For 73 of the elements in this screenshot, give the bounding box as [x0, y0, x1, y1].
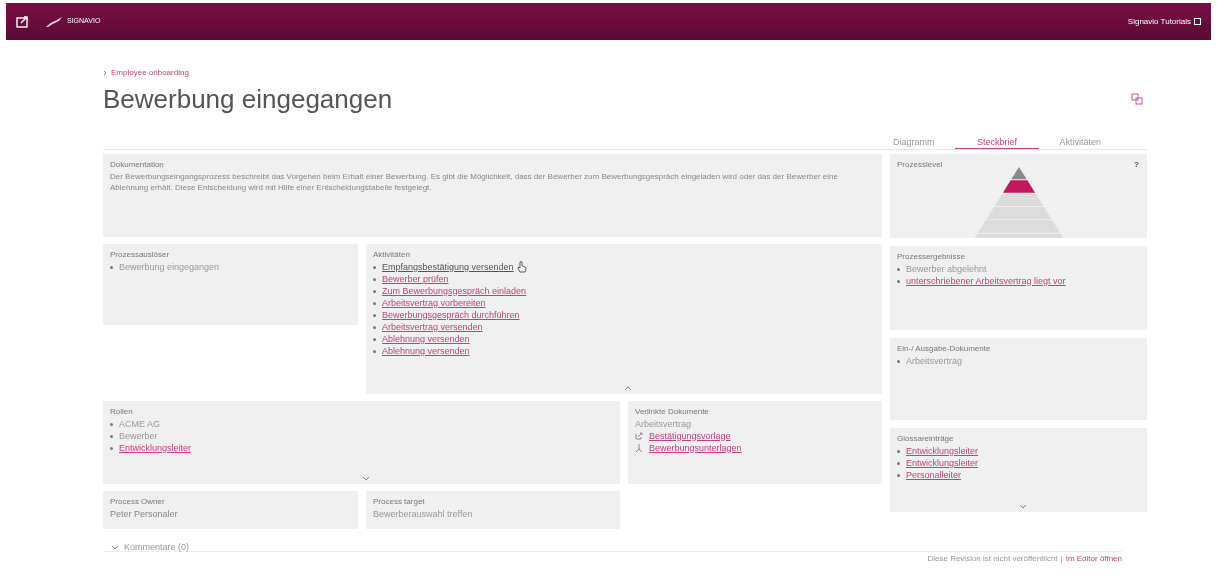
tab[interactable]: Diagramm: [872, 135, 956, 149]
panel-label: Verlinkte Dokumente: [635, 407, 709, 416]
bullet-icon: [373, 301, 376, 305]
tab[interactable]: Aktivitäten: [1038, 135, 1122, 149]
document-link[interactable]: Bestätigungsvorlage: [649, 430, 731, 442]
process-owner-value: Peter Personaler: [110, 508, 178, 520]
list-item: ACME AG: [119, 418, 160, 430]
list-link[interactable]: Entwicklungsleiter: [906, 445, 979, 457]
chevron-down-icon[interactable]: [111, 545, 119, 551]
list-link[interactable]: Zum Bewerbungsgespräch einladen: [382, 285, 527, 297]
list-link[interactable]: Entwicklungsleiter: [119, 442, 192, 454]
bullet-icon: [897, 461, 900, 465]
dropdown-icon: [1194, 18, 1201, 25]
panel-label: Ein-/ Ausgabe-Dokumente: [897, 344, 991, 353]
bullet-icon: [897, 267, 900, 271]
list-link[interactable]: Bewerbungsgespräch durchführen: [382, 309, 520, 321]
bullet-icon: [373, 277, 376, 281]
panel-label: Rollen: [110, 407, 133, 416]
panel-label: Aktivitäten: [373, 250, 410, 259]
document-heading: Arbeitsvertrag: [635, 418, 692, 430]
bullet-icon: [373, 325, 376, 329]
document-link[interactable]: Bewerbungsunterlagen: [649, 442, 742, 454]
panel-label: Prozesslevel: [897, 160, 943, 169]
hand-cursor-icon: [516, 261, 527, 273]
list-item: Bewerber: [119, 430, 158, 442]
list-link[interactable]: Ablehnung versenden: [382, 333, 470, 345]
bullet-icon: [897, 449, 900, 453]
bullet-icon: [373, 313, 376, 317]
bullet-icon: [110, 422, 113, 426]
list-link[interactable]: Arbeitsvertrag versenden: [382, 321, 483, 333]
list-item: Bewerber abgelehnt: [906, 263, 987, 275]
list-item: Bewerbung eingegangen: [119, 261, 220, 273]
panel-label: Process Owner: [110, 497, 165, 506]
help-icon[interactable]: ?: [1134, 159, 1139, 171]
panel-label: Prozessauslöser: [110, 250, 170, 259]
bullet-icon: [897, 473, 900, 477]
panel-label: Prozessergebnisse: [897, 252, 966, 261]
list-link[interactable]: Personalleiter: [906, 469, 962, 481]
bullet-icon: [110, 446, 113, 450]
chevron-up-icon[interactable]: [624, 386, 632, 391]
panel-label: Dokumentation: [110, 160, 164, 169]
process-target-value: Bewerberauswahl treffen: [373, 508, 473, 520]
chevron-down-icon[interactable]: [361, 476, 370, 481]
copy-icon[interactable]: [1131, 93, 1143, 105]
open-editor-link[interactable]: Im Editor öffnen: [1065, 553, 1122, 564]
revision-status: Diese Revision ist nicht veröffentlicht: [927, 553, 1058, 564]
list-link[interactable]: Bewerber prüfen: [382, 273, 449, 285]
bullet-icon: [373, 289, 376, 293]
panel-label: Glossareinträge: [897, 434, 954, 443]
bullet-icon: [897, 279, 900, 283]
list-link[interactable]: Ablehnung versenden: [382, 345, 470, 357]
list-link[interactable]: Empfangsbestätigung versenden: [382, 261, 514, 273]
chevron-right-icon: [103, 70, 107, 76]
bullet-icon: [373, 349, 376, 353]
page-title: Bewerbung eingegangen: [103, 83, 393, 115]
list-link[interactable]: Arbeitsvertrag vorbereiten: [382, 297, 486, 309]
comments-toggle[interactable]: Kommentare (0): [111, 541, 190, 555]
bullet-icon: [373, 265, 376, 269]
bullet-icon: [373, 337, 376, 341]
list-item: Arbeitsvertrag: [906, 355, 963, 367]
user-menu[interactable]: Signavio Tutorials: [1127, 15, 1201, 28]
documentation-text: Der Bewerbungseingangsprozess beschreibt das Vorgehen beim Erhalt einer Bewerbung. Es gibt die Möglichkeit, dass der Bewerber zum Bewerbungsgespräch eingeladen wird oder das der Bewerber eine Ablehnung erhält. Diese Entscheidung wird mit Hilfe einer Entscheidungstabelle festgelegt.: [110, 171, 839, 193]
bullet-icon: [110, 434, 113, 438]
export-icon[interactable]: [16, 15, 29, 28]
bullet-icon: [110, 265, 113, 269]
bullet-icon: [897, 359, 900, 363]
chevron-down-icon[interactable]: [1018, 504, 1027, 509]
panel-label: Process target: [373, 497, 425, 506]
list-link[interactable]: Entwicklungsleiter: [906, 457, 979, 469]
breadcrumb-link[interactable]: Employee onboarding: [111, 68, 189, 78]
separator: |: [1060, 553, 1063, 564]
list-link[interactable]: unterschriebener Arbeitsvertrag liegt vor: [906, 275, 1066, 287]
tab[interactable]: Steckbrief: [955, 135, 1039, 149]
